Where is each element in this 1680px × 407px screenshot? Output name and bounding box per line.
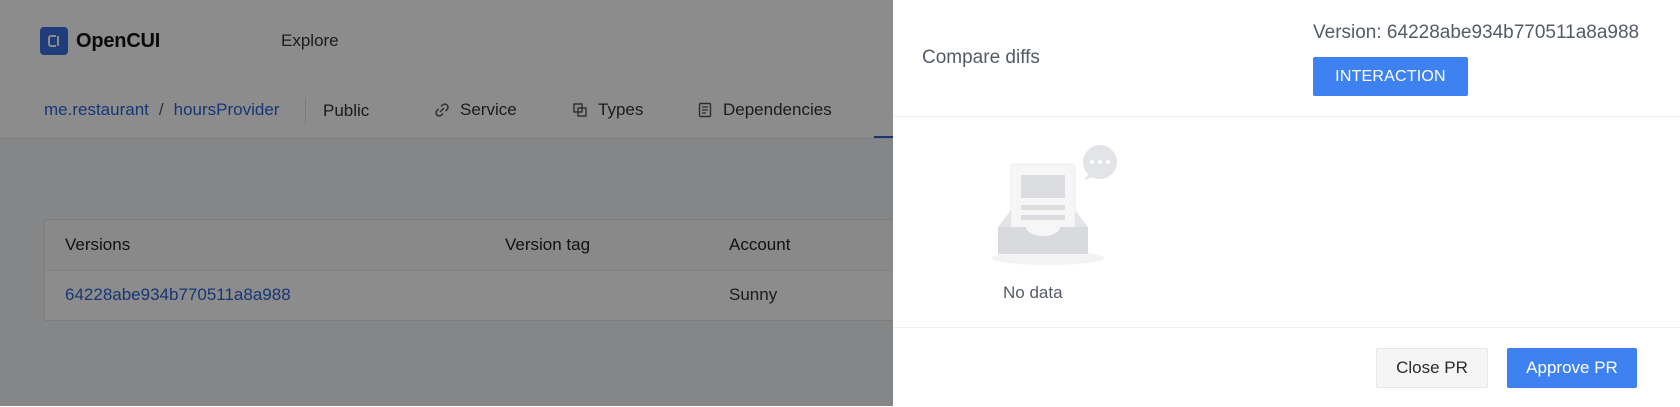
drawer-title: Compare diffs bbox=[922, 47, 1040, 68]
approve-pr-button[interactable]: Approve PR bbox=[1507, 348, 1637, 388]
drawer-footer: Close PR Approve PR bbox=[893, 327, 1680, 407]
empty-state bbox=[988, 144, 1118, 274]
drawer-header: Compare diffs Version: 64228abe934b77051… bbox=[893, 0, 1680, 117]
version-label: Version: 64228abe934b770511a8a988 bbox=[1313, 22, 1640, 43]
modal-mask[interactable] bbox=[0, 0, 893, 406]
interaction-button[interactable]: INTERACTION bbox=[1313, 57, 1468, 96]
compare-diffs-drawer: Compare diffs Version: 64228abe934b77051… bbox=[893, 0, 1680, 406]
empty-inbox-icon bbox=[992, 145, 1117, 265]
drawer-body: No data bbox=[893, 117, 1680, 327]
close-pr-button[interactable]: Close PR bbox=[1376, 348, 1488, 388]
empty-state-text: No data bbox=[1003, 283, 1063, 302]
